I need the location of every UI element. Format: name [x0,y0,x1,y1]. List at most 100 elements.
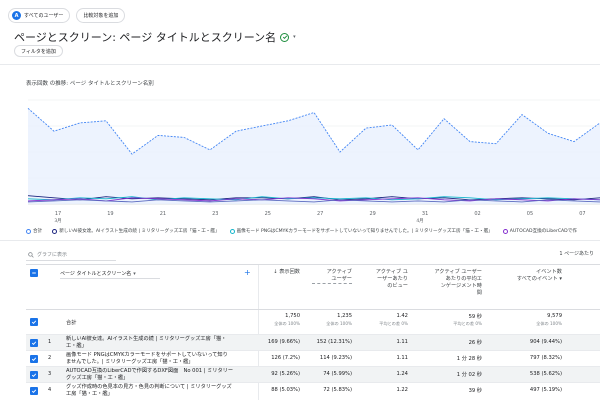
row-engagement: 26 秒 [468,340,482,346]
dimension-label: ページ タイトルとスクリーン名 [60,271,132,277]
row-number: 1 [48,339,52,345]
active-users-header[interactable]: アクティブ ユーザー [312,269,352,284]
event-filter-dropdown[interactable]: すべてのイベント ▾ [496,276,562,283]
row-checkbox[interactable] [30,371,38,379]
table-row[interactable]: 3 AUTOCAD互換のLiberCADで作図するDXF図面 No 001 | … [26,366,600,382]
add-comparison-label: 比較対象を追加 [83,13,119,19]
title-line: 画像モード PNGはCMYKカラーモードをサポートしていないって知り [66,352,228,358]
totals-label: 合計 [66,320,77,326]
legend-item[interactable]: 画像モード PNGはCMYKカラーモードをサポートしていないって知りませんでした… [229,228,493,234]
legend-dot-icon [229,228,235,234]
add-dimension-plus-icon[interactable]: + [244,268,251,277]
engagement-header[interactable]: アクティブ ユーザー あたりの平均エ ンゲージメント時 間 [422,269,482,297]
row-number: 2 [48,355,52,361]
row-engagement: 39 秒 [468,388,482,394]
title-line: AUTOCAD互換のLiberCADで作図するDXF図面 No 001 | ミリ… [66,368,234,374]
table-row[interactable]: 2 画像モード PNGはCMYKカラーモードをサポートしていないって知り ませんで… [26,350,600,366]
row-views: 169 (9.66%) [267,339,300,345]
header-line: アクティブ ユーザー [434,269,482,275]
row-per-user: 1.22 [396,387,408,393]
row-events: 904 (9.44%) [529,339,562,345]
rows-per-page-label: 1 ページあたり [559,251,594,257]
title-line: 工・艦」 [66,343,87,349]
totals-checkbox[interactable] [30,318,38,326]
legend-label: 画像モード PNGはCMYKカラーモードをサポートしていないって知りませんでした… [236,229,493,234]
total-per-user-sub: 平均との差 0% [379,321,408,326]
title-line: 新しいAI彼女達。AIイラスト生成の続 | ミリタリーグッズ工房「猫・ [66,336,227,342]
legend-item[interactable]: AUTOCAD互換のLiberCADで作 [502,228,577,234]
select-all-checkbox[interactable] [30,269,38,277]
row-users: 114 (9.23%) [319,355,352,361]
total-area [28,108,600,204]
header-line: アクティブ ユ [375,269,408,275]
row-page-title[interactable]: 画像モード PNGはCMYKカラーモードをサポートしていないって知り ませんでした… [66,352,262,366]
views-per-user-header[interactable]: アクティブ ユ ーザーあたり のビュー [364,269,408,290]
row-events: 538 (5.62%) [529,371,562,377]
row-engagement: 1 分 02 秒 [456,372,482,378]
header-line: ーザーあたり [376,276,408,282]
all-users-chip[interactable]: A すべてのユーザー [8,8,71,23]
row-number: 4 [48,387,52,393]
check-circle-icon[interactable] [280,32,290,42]
row-views: 92 (5.26%) [271,371,300,377]
row-views: 126 (7.2%) [271,355,300,361]
line-chart[interactable]: 17 19 21 23 25 27 29 31 02 05 07 3月 4月 [0,92,600,227]
row-checkbox[interactable] [30,387,38,395]
legend-item[interactable]: 合計 [26,228,42,234]
row-users: 72 (5.83%) [323,387,352,393]
total-engagement: 59 秒 [468,314,482,320]
chart-legend: 合計 新しいAI彼女達。AIイラスト生成の続 | ミリタリーグッズ工房「猫・工・艦… [26,228,577,234]
table-row[interactable]: 1 新しいAI彼女達。AIイラスト生成の続 | ミリタリーグッズ工房「猫・ 工・艦… [26,334,600,350]
data-table: ページ タイトルとスクリーン名 ▾ + ↓ 表示回数 アクティブ ユーザー アク… [26,265,600,400]
x-tick-label: 27 [317,211,323,217]
caret-down-icon[interactable]: ▾ [293,34,296,40]
legend-dot-icon [26,228,31,234]
divider [0,240,600,241]
x-tick-label: 23 [212,211,218,217]
header-line: イベント数 [536,269,562,275]
x-tick-label: 02 [474,211,480,217]
legend-label: 新しいAI彼女達。AIイラスト生成の続 | ミリタリーグッズ工房「猫・工・艦」 [59,229,220,234]
x-tick-label: 31 [422,211,428,217]
total-events-sub: 全体の 100% [536,321,562,326]
legend-dot-icon [502,228,508,234]
total-views: 1,750 [285,313,300,319]
title-line: グッズ工房「猫・工・艦」 [66,375,129,381]
row-users: 74 (5.99%) [323,371,352,377]
total-users-sub: 全体の 100% [326,321,352,326]
row-checkbox[interactable] [30,339,38,347]
row-per-user: 1.11 [396,355,408,361]
x-tick-label: 29 [369,211,375,217]
segment-badge: A [12,11,21,20]
all-users-label: すべてのユーザー [24,13,64,19]
events-header[interactable]: イベント数 すべてのイベント ▾ [496,269,562,283]
header-line: ユーザー [312,276,352,284]
add-comparison-chip[interactable]: 比較対象を追加 [76,8,126,23]
header-line: アクティブ [326,269,352,275]
x-tick-label: 17 [55,211,61,217]
search-icon [28,251,34,258]
x-month-label: 3月 [54,218,61,224]
divider [0,64,600,65]
views-header[interactable]: ↓ 表示回数 [264,269,300,276]
title-line: ませんでした。| ミリタリーグッズ工房「猫・工・艦」 [66,359,194,365]
dimension-selector[interactable]: ページ タイトルとスクリーン名 ▾ [60,269,160,279]
header-line: 間 [476,290,482,296]
row-checkbox[interactable] [30,355,38,363]
title-line: 工房「猫・工・艦」 [66,391,113,397]
x-tick-label: 25 [265,211,271,217]
chart-filter-search[interactable]: グラフに表示 [26,249,116,261]
add-filter-button[interactable]: フィルタを追加 [14,45,63,57]
header-line: のビュー [387,283,408,289]
row-page-title[interactable]: 新しいAI彼女達。AIイラスト生成の続 | ミリタリーグッズ工房「猫・ 工・艦」 [66,336,262,350]
row-page-title[interactable]: AUTOCAD互換のLiberCADで作図するDXF図面 No 001 | ミリ… [66,368,262,382]
title-line: グッズ作成時の色見本の見方・色見の判断について | ミリタリーグッズ [66,384,232,390]
totals-row: 合計 1,750 全体の 100% 1,235 全体の 100% 1.42 平均… [26,309,600,334]
page-title: ページとスクリーン: ページ タイトルとスクリーン名 [14,31,277,44]
legend-label: 合計 [33,229,43,234]
legend-item[interactable]: 新しいAI彼女達。AIイラスト生成の続 | ミリタリーグッズ工房「猫・工・艦」 [52,228,220,234]
x-tick-label: 05 [527,211,533,217]
table-row[interactable]: 4 グッズ作成時の色見本の見方・色見の判断について | ミリタリーグッズ 工房「猫… [26,382,600,398]
row-page-title[interactable]: グッズ作成時の色見本の見方・色見の判断について | ミリタリーグッズ 工房「猫・工… [66,384,262,398]
row-events: 497 (5.19%) [529,387,562,393]
